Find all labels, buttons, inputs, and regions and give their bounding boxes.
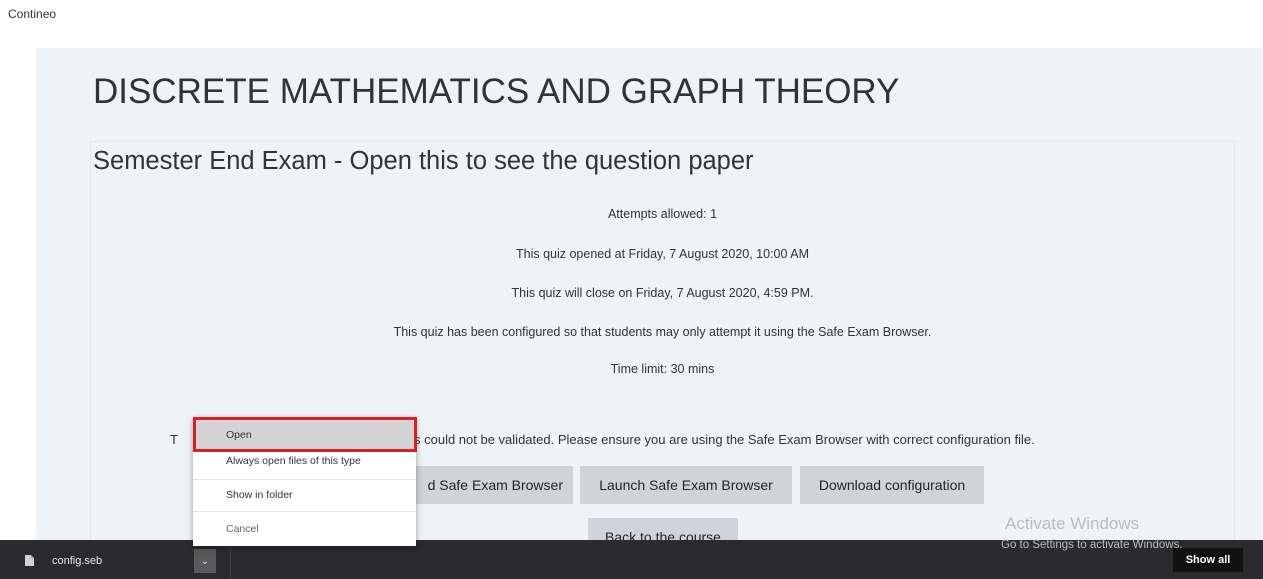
warning-prefix: T <box>170 432 178 447</box>
seb-requirement-note: This quiz has been configured so that st… <box>393 325 932 339</box>
menu-item-always-open[interactable]: Always open files of this type <box>193 451 416 471</box>
time-limit: Time limit: 30 mins <box>610 362 715 376</box>
warning-text: s could not be validated. Please ensure … <box>414 432 1035 447</box>
quiz-title: Semester End Exam - Open this to see the… <box>93 147 754 175</box>
site-name[interactable]: Contineo <box>8 7 56 21</box>
menu-item-cancel[interactable]: Cancel <box>193 517 416 541</box>
activate-windows-subtitle: Go to Settings to activate Windows. <box>1001 539 1183 551</box>
attempts-allowed: Attempts allowed: 1 <box>607 207 718 221</box>
download-context-menu: Open Always open files of this type Show… <box>193 417 417 546</box>
download-seb-button[interactable]: d Safe Exam Browser <box>393 466 573 504</box>
chevron-down-icon[interactable]: ⌄ <box>194 549 216 573</box>
red-highlight-box <box>193 417 417 452</box>
download-configuration-button[interactable]: Download configuration <box>800 466 984 504</box>
menu-item-show-in-folder-label: Show in folder <box>226 489 293 501</box>
menu-divider <box>193 511 416 512</box>
menu-item-cancel-label: Cancel <box>226 523 259 535</box>
launch-seb-button[interactable]: Launch Safe Exam Browser <box>580 466 792 504</box>
course-title: DISCRETE MATHEMATICS AND GRAPH THEORY <box>93 72 900 111</box>
file-icon <box>25 555 34 566</box>
show-all-button[interactable]: Show all <box>1173 548 1243 572</box>
download-file-name[interactable]: config.seb <box>52 555 102 567</box>
menu-divider <box>193 479 416 480</box>
menu-item-show-in-folder[interactable]: Show in folder <box>193 483 416 507</box>
menu-item-always-open-label: Always open files of this type <box>226 455 361 467</box>
quiz-opened-date: This quiz opened at Friday, 7 August 202… <box>515 247 809 261</box>
activate-windows-title: Activate Windows <box>1005 514 1140 533</box>
quiz-close-date: This quiz will close on Friday, 7 August… <box>511 286 814 300</box>
